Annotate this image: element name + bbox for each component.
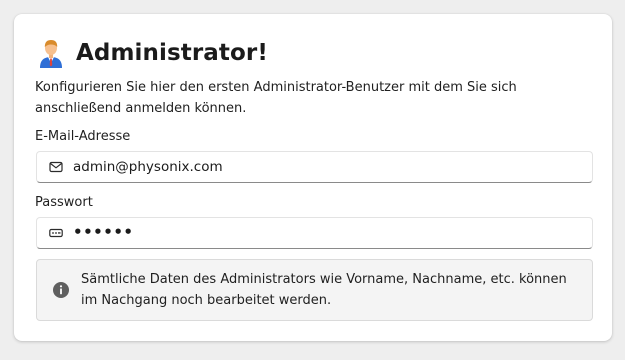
admin-setup-card: Administrator! Konfigurieren Sie hier de… <box>14 14 612 341</box>
email-field[interactable]: admin@physonix.com <box>36 151 593 183</box>
info-message: Sämtliche Daten des Administrators wie V… <box>36 259 593 321</box>
page-title: Administrator! <box>76 40 268 66</box>
password-value[interactable]: •••••• <box>73 223 134 241</box>
info-icon <box>53 282 69 298</box>
password-icon <box>49 228 63 238</box>
password-label: Passwort <box>35 195 93 210</box>
password-field[interactable]: •••••• <box>36 217 593 249</box>
envelope-icon <box>49 161 63 173</box>
description-text: Konfigurieren Sie hier den ersten Admini… <box>35 80 517 116</box>
email-label: E-Mail-Adresse <box>35 129 131 144</box>
businessman-icon <box>40 40 62 68</box>
info-text: Sämtliche Daten des Administrators wie V… <box>81 272 567 308</box>
email-value[interactable]: admin@physonix.com <box>73 159 223 175</box>
title-row: Administrator! <box>38 36 268 70</box>
